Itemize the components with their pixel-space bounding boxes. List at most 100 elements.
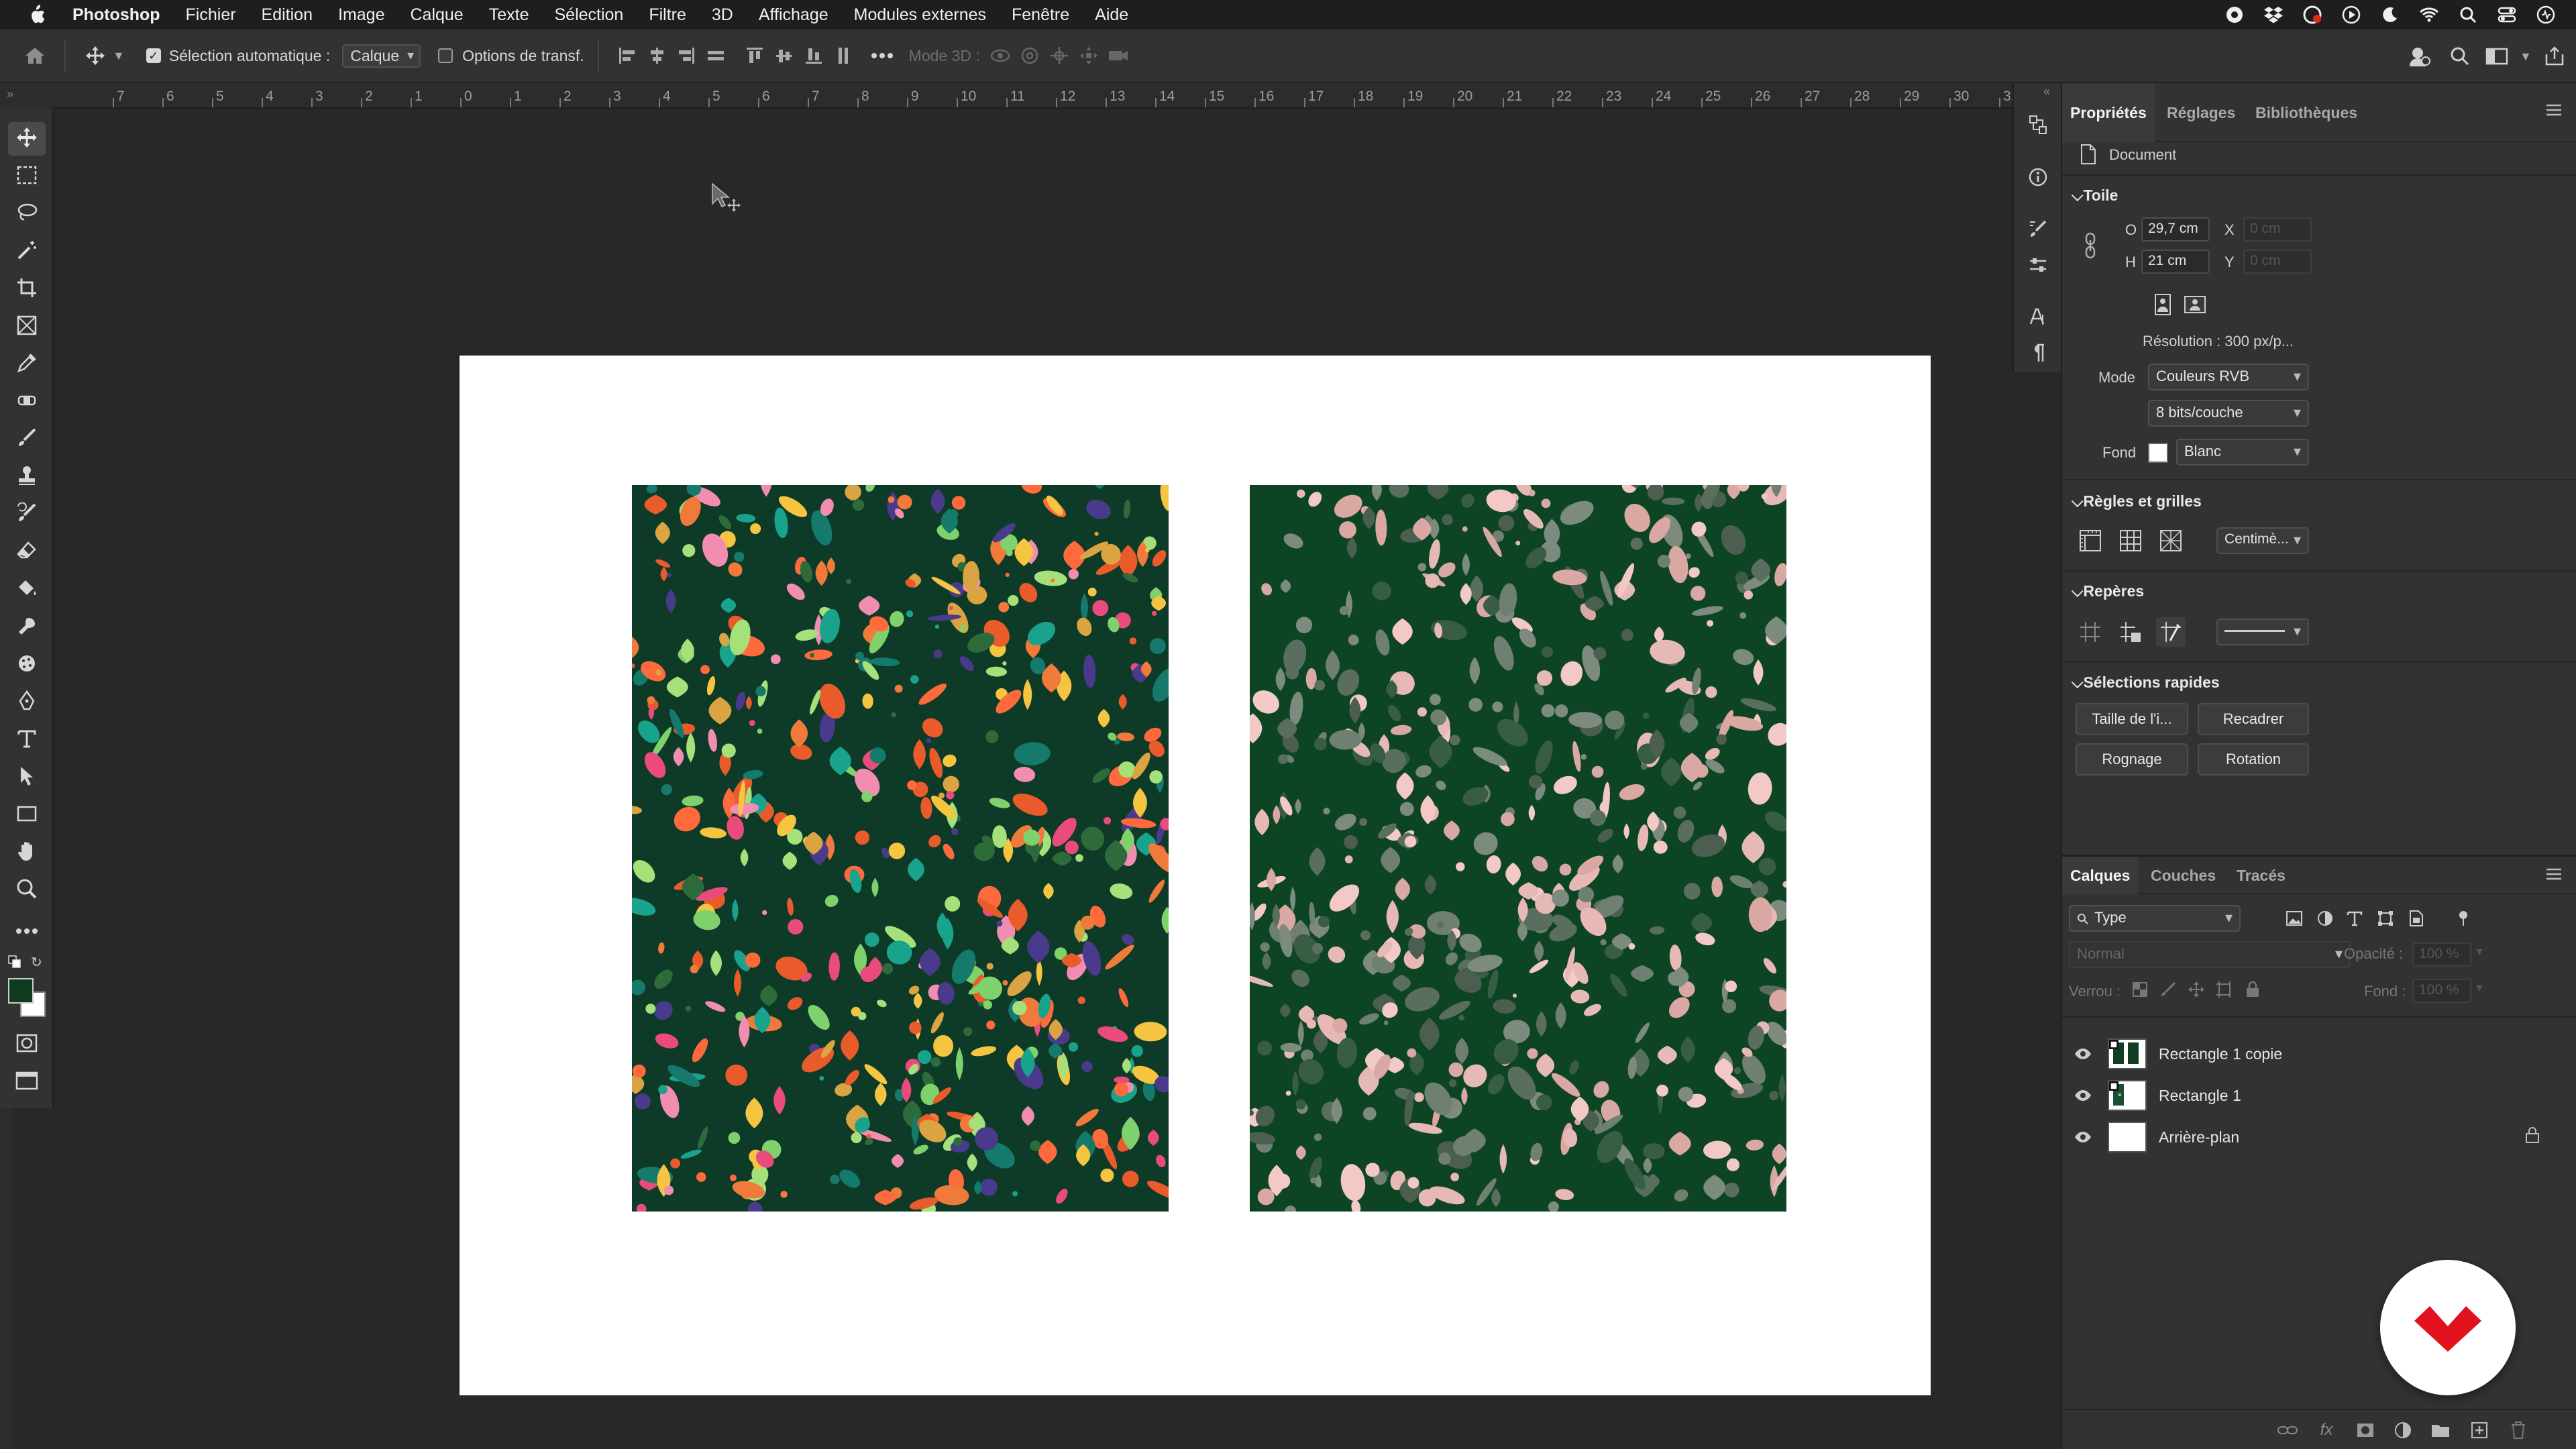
brush-tool[interactable] — [8, 423, 46, 456]
lock-icon[interactable] — [2525, 1126, 2545, 1146]
section-reperes-header[interactable]: Repères — [2072, 582, 2144, 600]
control-center-icon[interactable] — [2497, 5, 2517, 25]
link-icon[interactable] — [2084, 232, 2097, 262]
layer-row-rectangle-1[interactable]: Rectangle 1 — [2062, 1075, 2576, 1116]
auto-select-checkbox[interactable]: ✓ — [146, 48, 161, 63]
path-selection-tool[interactable] — [8, 761, 46, 794]
menu-image[interactable]: Image — [338, 5, 384, 25]
more-options-icon[interactable] — [867, 41, 897, 70]
chevron-down-icon[interactable]: ▼ — [113, 49, 125, 63]
filter-pixel-icon[interactable] — [2279, 904, 2309, 933]
crop-tool[interactable] — [8, 272, 46, 306]
menu-aide[interactable]: Aide — [1095, 5, 1128, 25]
menu-calque[interactable]: Calque — [410, 5, 463, 25]
paragraph-panel-icon[interactable] — [2023, 338, 2053, 368]
layer-name[interactable]: Rectangle 1 — [2159, 1087, 2241, 1105]
portrait-orientation-icon[interactable] — [2148, 290, 2178, 319]
share-icon[interactable] — [2405, 42, 2434, 71]
menu-edition[interactable]: Edition — [262, 5, 313, 25]
menu-texte[interactable]: Texte — [489, 5, 529, 25]
chevron-down-icon[interactable]: ▼ — [2474, 947, 2485, 959]
align-right-icon[interactable] — [672, 41, 701, 70]
layer-name[interactable]: Arrière-plan — [2159, 1128, 2239, 1146]
auto-select-dropdown[interactable]: Calque — [342, 44, 421, 68]
new-guide-icon[interactable] — [2116, 617, 2145, 647]
adjustments-icon[interactable] — [2023, 251, 2053, 280]
tab-proprietes[interactable]: Propriétés — [2062, 83, 2155, 142]
new-adjustment-icon[interactable] — [2392, 1419, 2414, 1441]
transform-options-checkbox[interactable] — [438, 48, 453, 63]
document-canvas[interactable] — [460, 356, 1931, 1395]
resize-canvas-button[interactable]: Recadrer — [2198, 703, 2309, 735]
menu-modules-externes[interactable]: Modules externes — [854, 5, 986, 25]
horizontal-ruler[interactable]: 7 6 5 4 3 2 1 0 1 2 3 4 5 6 7 8 9 10 11 12 13 14 15 16 17 18 19 20 2… — [54, 83, 2012, 109]
lock-transparent-icon[interactable] — [2125, 975, 2155, 1004]
background-fill-swatch[interactable] — [2148, 443, 2168, 463]
vertical-ruler[interactable] — [0, 1100, 12, 1449]
crop-button[interactable]: Rognage — [2076, 743, 2188, 775]
y-field[interactable]: 0 cm — [2243, 250, 2312, 274]
screen-mode-button[interactable] — [8, 1065, 46, 1099]
landscape-orientation-icon[interactable] — [2180, 290, 2210, 319]
grid-toggle-icon[interactable] — [2116, 526, 2145, 555]
panel-menu-icon[interactable] — [2544, 866, 2564, 886]
default-colors-icon[interactable] — [8, 955, 21, 972]
menu-3d[interactable]: 3D — [712, 5, 733, 25]
smart-guides-icon[interactable] — [2156, 617, 2186, 647]
chevron-down-icon[interactable]: ▼ — [2520, 50, 2532, 64]
rotate-button[interactable]: Rotation — [2198, 743, 2309, 775]
guides-toggle-icon[interactable] — [2076, 617, 2105, 647]
clone-stamp-tool[interactable] — [8, 460, 46, 494]
eye-icon[interactable] — [2073, 1127, 2093, 1147]
layer-row-rectangle-1-copie[interactable]: Rectangle 1 copie — [2062, 1034, 2576, 1074]
lasso-tool[interactable] — [8, 197, 46, 231]
filter-smart-object-icon[interactable] — [2402, 904, 2431, 933]
foreground-color-swatch[interactable] — [8, 978, 34, 1004]
new-layer-icon[interactable] — [2469, 1419, 2490, 1441]
siri-icon[interactable] — [2536, 5, 2556, 25]
hand-tool[interactable] — [8, 836, 46, 869]
canvas-workspace[interactable] — [54, 109, 2012, 1449]
fill-field[interactable]: 100 % — [2412, 979, 2471, 1003]
align-middle-v-icon[interactable] — [769, 41, 799, 70]
guide-style-dropdown[interactable] — [2216, 619, 2309, 645]
lock-pixels-icon[interactable] — [2153, 975, 2183, 1004]
trash-icon[interactable] — [2508, 1419, 2529, 1441]
blend-mode-dropdown[interactable]: Normal — [2069, 941, 2351, 968]
layer-row-arriere-plan[interactable]: Arrière-plan — [2062, 1117, 2576, 1157]
eraser-tool[interactable] — [8, 535, 46, 569]
home-icon[interactable] — [20, 41, 50, 70]
collapse-icon[interactable]: » — [7, 87, 13, 101]
section-regles-header[interactable]: Règles et grilles — [2072, 492, 2201, 511]
eye-icon[interactable] — [2073, 1044, 2093, 1064]
play-icon[interactable] — [2341, 5, 2361, 25]
tab-bibliotheques[interactable]: Bibliothèques — [2247, 83, 2365, 142]
paint-bucket-tool[interactable] — [8, 573, 46, 606]
layer-filter-dropdown[interactable]: Type — [2069, 905, 2241, 932]
apple-icon[interactable] — [27, 5, 47, 25]
wifi-icon[interactable] — [2419, 5, 2439, 25]
lock-all-icon[interactable] — [2238, 975, 2267, 1004]
menu-fenetre[interactable]: Fenêtre — [1012, 5, 1069, 25]
move-tool[interactable] — [8, 122, 46, 156]
x-field[interactable]: 0 cm — [2243, 217, 2312, 241]
chevron-down-icon[interactable]: ▼ — [2474, 983, 2485, 995]
lock-position-icon[interactable] — [2182, 975, 2211, 1004]
height-field[interactable]: 21 cm — [2141, 250, 2210, 274]
record-icon[interactable] — [2224, 5, 2245, 25]
opacity-field[interactable]: 100 % — [2412, 943, 2471, 967]
fx-icon[interactable]: fx — [2316, 1419, 2337, 1441]
magic-wand-tool[interactable] — [8, 235, 46, 268]
lock-artboard-icon[interactable] — [2210, 975, 2239, 1004]
tab-couches[interactable]: Couches — [2143, 857, 2224, 894]
eye-icon[interactable] — [2073, 1085, 2093, 1106]
eyedropper-tool[interactable] — [8, 347, 46, 381]
history-brush-tool[interactable] — [8, 498, 46, 531]
bit-depth-dropdown[interactable]: 8 bits/couche — [2148, 400, 2309, 427]
section-toile-header[interactable]: Toile — [2072, 186, 2118, 205]
creative-cloud-icon[interactable] — [2302, 5, 2322, 25]
link-layers-icon[interactable] — [2277, 1419, 2298, 1441]
distribute-vertical-icon[interactable] — [828, 41, 858, 70]
pixel-grid-toggle-icon[interactable] — [2156, 526, 2186, 555]
filter-type-icon[interactable] — [2340, 904, 2369, 933]
